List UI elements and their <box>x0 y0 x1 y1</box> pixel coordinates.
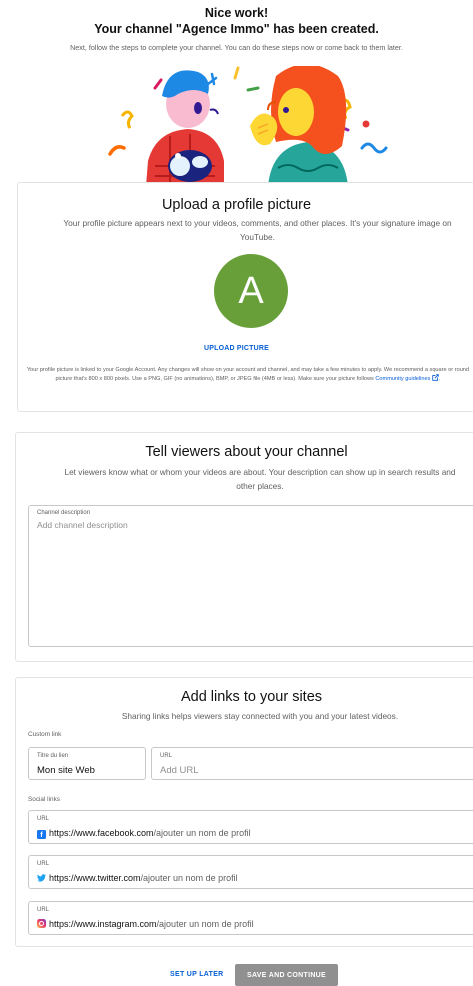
external-link-icon <box>432 374 439 382</box>
custom-link-label: Custom link <box>28 731 62 738</box>
header-title-line2: Your channel "Agence Immo" has been crea… <box>94 22 379 36</box>
facebook-url-field[interactable]: URL f https://www.facebook.com/ajouter un… <box>28 810 473 844</box>
instagram-url-label: URL <box>37 907 50 913</box>
facebook-url-prefix: https://www.facebook.com <box>49 828 154 838</box>
instagram-url-field[interactable]: URL https://www.instagram.com/ajouter un… <box>28 901 473 935</box>
facebook-icon: f <box>37 830 46 839</box>
profile-picture-title: Upload a profile picture <box>161 197 312 213</box>
channel-created-illustration <box>108 66 388 186</box>
channel-description-placeholder: Add channel description <box>37 520 128 530</box>
custom-url-field[interactable]: URL Add URL <box>151 747 473 780</box>
facebook-url-value: f https://www.facebook.com/ajouter un nom… <box>37 828 251 839</box>
save-and-continue-button[interactable]: SAVE AND CONTINUE <box>235 964 338 986</box>
facebook-url-label: URL <box>37 816 50 822</box>
link-title-value: Mon site Web <box>37 765 95 776</box>
header-subtitle: Next, follow the steps to complete your … <box>70 43 403 52</box>
twitter-url-suffix: /ajouter un nom de profil <box>140 873 238 883</box>
custom-url-placeholder: Add URL <box>160 765 199 776</box>
instagram-icon <box>37 919 46 928</box>
custom-url-label: URL <box>160 753 173 759</box>
set-up-later-button[interactable]: SET UP LATER <box>170 971 224 978</box>
links-title: Add links to your sites <box>180 689 323 705</box>
twitter-url-field[interactable]: URL https://www.twitter.com/ajouter un n… <box>28 855 473 889</box>
social-links-label: Social links <box>28 796 60 803</box>
header-title-line1: Nice work! <box>204 6 269 20</box>
profile-picture-description: Your profile picture appears next to you… <box>63 218 452 242</box>
instagram-url-prefix: https://www.instagram.com <box>49 919 157 929</box>
channel-description-field[interactable]: Channel description Add channel descript… <box>28 505 473 647</box>
community-guidelines-label: Community guidelines <box>375 376 431 383</box>
twitter-icon <box>37 874 46 883</box>
instagram-url-suffix: /ajouter un nom de profil <box>156 919 254 929</box>
twitter-url-label: URL <box>37 861 50 867</box>
twitter-url-value: https://www.twitter.com/ajouter un nom d… <box>37 873 238 883</box>
channel-description-text: Let viewers know what or whom your video… <box>64 467 456 491</box>
link-title-label: Titre du lien <box>37 753 69 759</box>
twitter-url-prefix: https://www.twitter.com <box>49 873 141 883</box>
channel-description-title: Tell viewers about your channel <box>145 444 348 460</box>
community-guidelines-link[interactable]: Community guidelines <box>375 374 439 383</box>
link-title-field[interactable]: Titre du lien Mon site Web <box>28 747 146 780</box>
instagram-url-value: https://www.instagram.com/ajouter un nom… <box>37 919 254 929</box>
avatar: A <box>214 254 288 328</box>
upload-picture-button[interactable]: UPLOAD PICTURE <box>0 345 473 352</box>
profile-picture-fine-print: Your profile picture is linked to your G… <box>26 367 470 383</box>
links-description: Sharing links helps viewers stay connect… <box>121 711 399 721</box>
channel-description-label: Channel description <box>37 510 91 516</box>
facebook-url-suffix: /ajouter un nom de profil <box>153 828 251 838</box>
